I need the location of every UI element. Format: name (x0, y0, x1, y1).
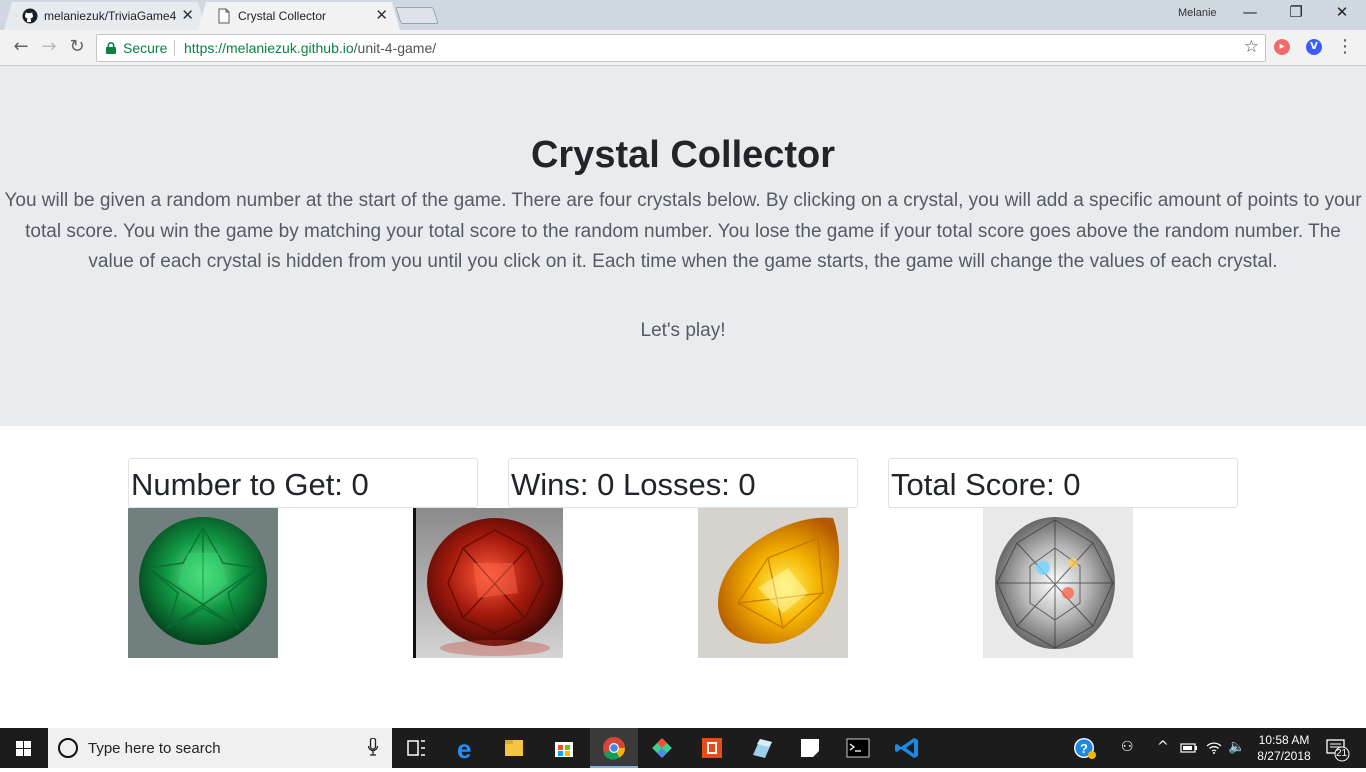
page-icon (218, 8, 230, 24)
url-path: /unit-4-game/ (353, 40, 437, 56)
emerald-image (128, 508, 278, 658)
crystal-white-diamond[interactable] (983, 508, 1133, 658)
restore-icon[interactable]: ❐ (1273, 3, 1319, 21)
task-view-icon[interactable] (392, 728, 440, 768)
store-icon[interactable] (540, 728, 588, 768)
page-title: Crystal Collector (530, 134, 836, 176)
file-explorer-icon[interactable] (490, 728, 538, 768)
github-icon (22, 8, 38, 24)
windows-taskbar: Type here to search e ? ⚇ ^ 🔈 10:58 AM 8… (0, 728, 1366, 768)
git-kraken-icon[interactable] (638, 728, 686, 768)
chrome-icon[interactable] (590, 728, 638, 768)
menu-icon[interactable]: ⋮ (1336, 36, 1354, 57)
reload-icon[interactable]: ↻ (65, 36, 89, 57)
action-center-icon[interactable]: 21 (1318, 728, 1366, 768)
search-placeholder: Type here to search (88, 740, 221, 757)
lets-play-text: Let's play! (640, 320, 726, 341)
new-tab-button[interactable] (395, 7, 439, 24)
svg-text:e: e (457, 734, 471, 764)
close-tab-icon[interactable]: ✕ (181, 6, 194, 24)
terminal-icon[interactable] (834, 728, 882, 768)
tab-title: Crystal Collector (238, 9, 327, 23)
sapphire-image (698, 508, 848, 658)
lock-icon (106, 42, 116, 54)
app-cube-icon[interactable] (738, 728, 786, 768)
people-icon[interactable]: ⚇ (1121, 739, 1134, 755)
extension-icon[interactable]: ▸ (1274, 39, 1290, 55)
microphone-icon[interactable] (368, 738, 378, 756)
extension-v-icon[interactable]: V (1306, 39, 1322, 55)
close-tab-icon[interactable]: ✕ (375, 6, 388, 24)
crystal-green-emerald[interactable] (128, 508, 278, 658)
crystal-red-garnet[interactable] (413, 508, 563, 658)
cortana-icon (58, 738, 78, 758)
garnet-image (413, 508, 563, 658)
edge-icon[interactable]: e (442, 728, 490, 768)
help-icon[interactable]: ? (1072, 736, 1098, 764)
windows-start-icon[interactable] (0, 728, 48, 768)
bookmark-star-icon[interactable]: ☆ (1244, 37, 1259, 57)
volume-icon[interactable]: 🔈 (1228, 739, 1245, 755)
tab-triviagame[interactable]: melaniezuk/TriviaGame4 ✕ (4, 2, 206, 30)
battery-icon[interactable] (1180, 739, 1198, 759)
divider (174, 40, 175, 56)
clock-time: 10:58 AM (1258, 733, 1310, 747)
office-icon[interactable] (688, 728, 736, 768)
profile-name[interactable]: Melanie (1178, 7, 1217, 19)
clock-date: 8/27/2018 (1257, 749, 1311, 763)
url-host: https://melaniezuk.github.io (184, 40, 354, 56)
address-bar[interactable]: Secure https://melaniezuk.github.io/unit… (96, 34, 1266, 62)
svg-text:?: ? (1080, 741, 1088, 756)
game-instructions: You will be given a random number at the… (4, 190, 1362, 272)
total-score-box: Total Score: 0 (888, 458, 1238, 508)
crystal-yellow-sapphire[interactable] (698, 508, 848, 658)
header-section: Crystal Collector You will be given a ra… (0, 66, 1366, 426)
number-to-get-box: Number to Get: 0 (128, 458, 478, 508)
taskbar-search-box[interactable]: Type here to search (48, 728, 392, 768)
vscode-icon[interactable] (884, 728, 932, 768)
forward-icon[interactable]: → (37, 36, 61, 57)
diamond-image (983, 508, 1133, 658)
secure-label: Secure (123, 40, 168, 56)
wins-losses-box: Wins: 0 Losses: 0 (508, 458, 858, 508)
minimize-icon[interactable]: — (1227, 3, 1273, 21)
browser-tab-strip: melaniezuk/TriviaGame4 ✕ Crystal Collect… (0, 0, 1366, 30)
wifi-icon[interactable] (1205, 739, 1223, 759)
close-window-icon[interactable]: ✕ (1319, 3, 1365, 21)
chevron-up-icon[interactable]: ^ (1157, 739, 1169, 755)
system-clock[interactable]: 10:58 AM 8/27/2018 (1250, 732, 1318, 764)
tab-crystal-collector[interactable]: Crystal Collector ✕ (198, 2, 400, 30)
notification-count: 21 (1336, 748, 1348, 759)
back-icon[interactable]: ← (9, 36, 33, 57)
url-text[interactable]: https://melaniezuk.github.io/unit-4-game… (184, 40, 436, 56)
browser-toolbar: ← → ↻ Secure https://melaniezuk.github.i… (0, 30, 1366, 66)
sticky-notes-icon[interactable] (786, 728, 834, 768)
tab-title: melaniezuk/TriviaGame4 (44, 9, 177, 23)
